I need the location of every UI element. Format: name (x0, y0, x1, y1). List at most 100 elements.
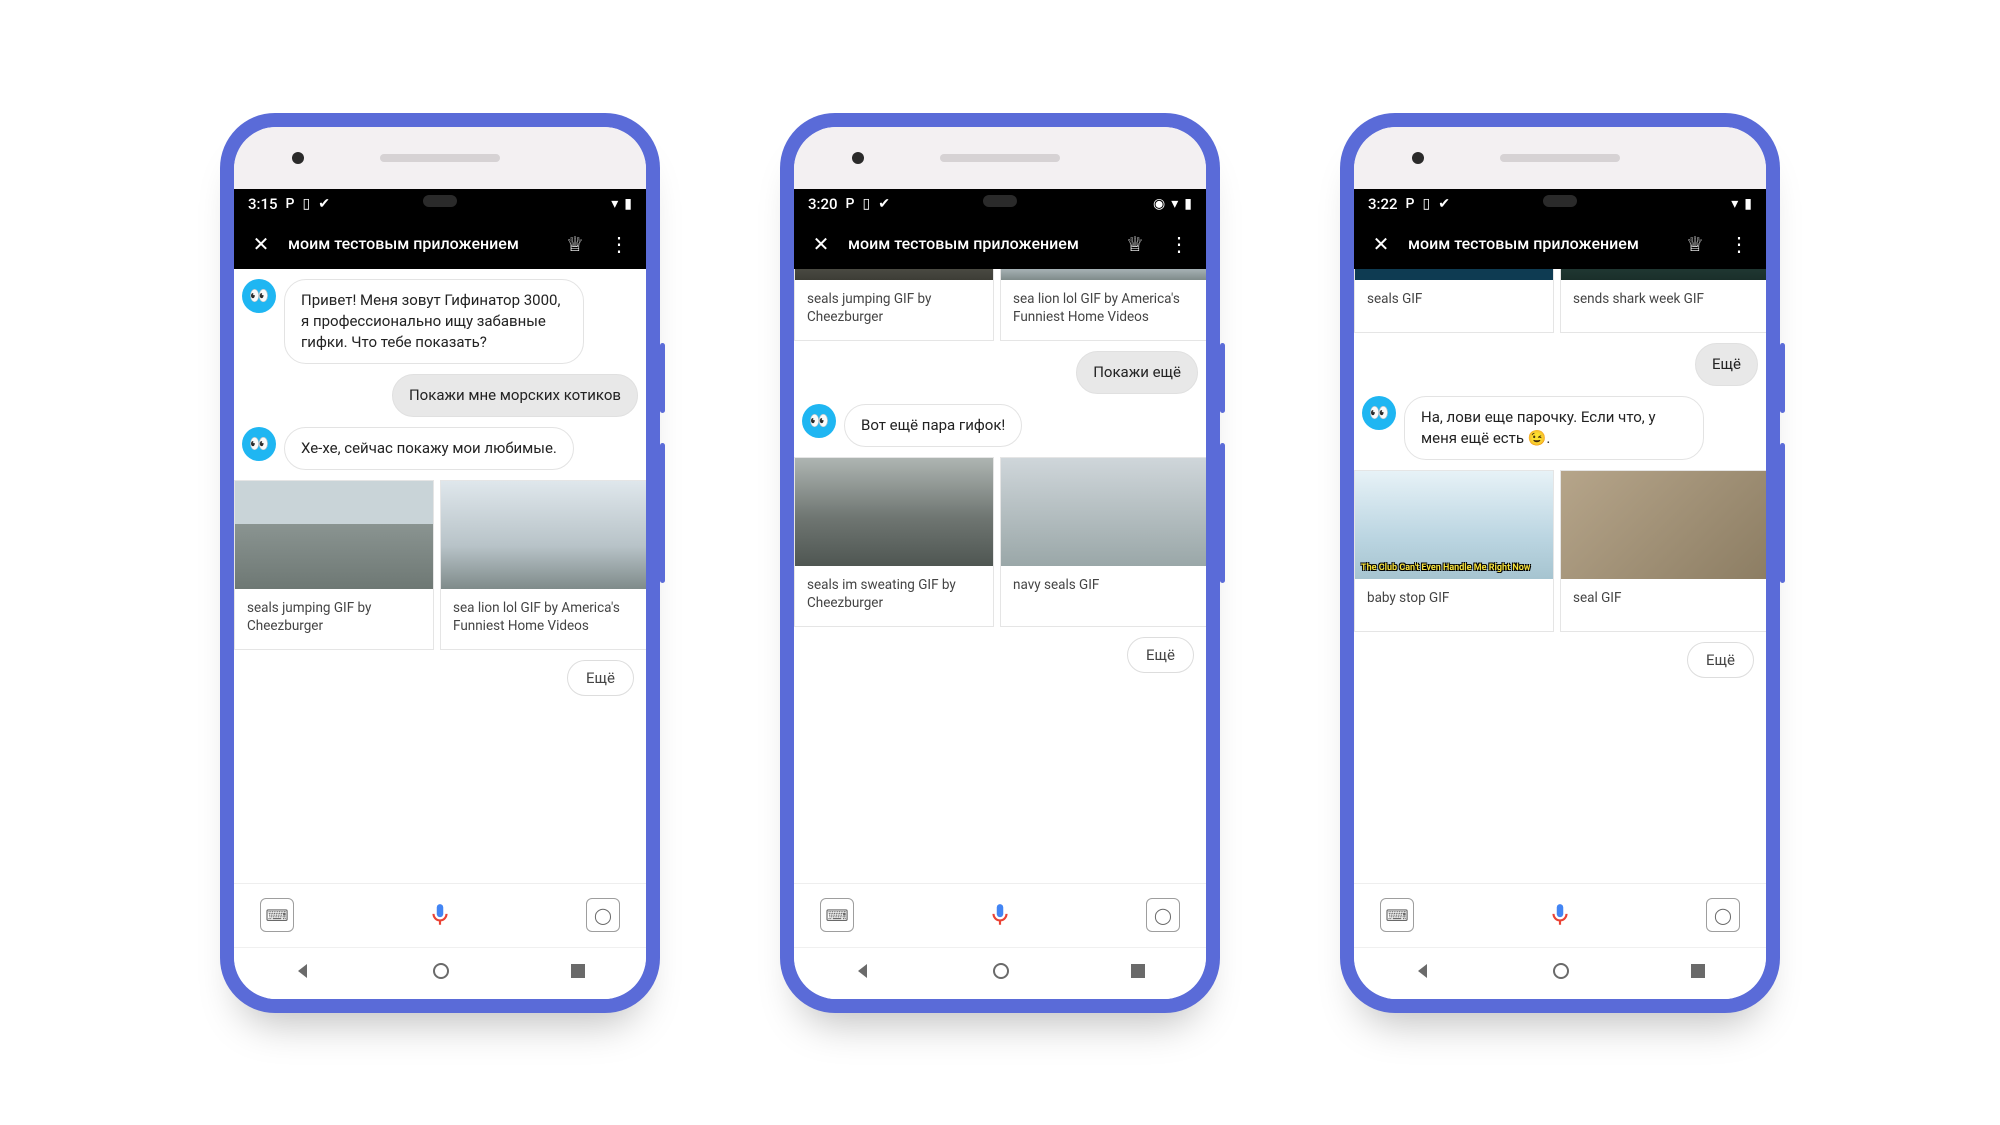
android-nav-bar (794, 947, 1206, 999)
user-message-row: Покажи ещё (802, 351, 1198, 394)
phone-mockup: 3:22 P ▯ ✔ ▾ ▮ ✕ моим тестовым приложени… (1340, 113, 1780, 1013)
close-icon[interactable]: ✕ (1364, 227, 1398, 261)
phone-mockup: 3:15 P ▯ ✔ ▾ ▮ ✕ моим тестовым приложени… (220, 113, 660, 1013)
bot-message-row: 👀 На, лови еще парочку. Если что, у меня… (1362, 396, 1758, 460)
gif-card[interactable]: seals im sweating GIF by Cheezburger (794, 457, 994, 627)
mic-icon (1547, 902, 1573, 928)
overflow-menu-icon[interactable]: ⋮ (1722, 227, 1756, 261)
status-time: 3:20 (808, 195, 838, 213)
wifi-icon: ▾ (1731, 196, 1738, 212)
mic-button[interactable] (1541, 896, 1579, 934)
suggestion-chip[interactable]: Ещё (1687, 642, 1754, 678)
home-icon[interactable] (991, 961, 1011, 985)
lens-icon[interactable]: ◯ (1706, 898, 1740, 932)
gif-caption: seal GIF (1561, 579, 1766, 631)
close-icon[interactable]: ✕ (244, 227, 278, 261)
gif-caption: seals jumping GIF by Cheezburger (795, 280, 993, 340)
keyboard-icon[interactable]: ⌨ (1380, 898, 1414, 932)
status-icon: ▯ (862, 196, 870, 212)
gif-caption: seals GIF (1355, 280, 1553, 332)
gif-thumbnail (795, 458, 993, 566)
suggestion-chip[interactable]: Ещё (567, 660, 634, 696)
app-title: моим тестовым приложением (288, 234, 548, 253)
gif-carousel[interactable]: seals jumping GIF by Cheezburger sea lio… (794, 269, 1206, 341)
battery-icon: ▮ (624, 196, 632, 212)
bot-message-bubble: Привет! Меня зовут Гифинатор 3000, я про… (284, 279, 584, 364)
bot-avatar-icon: 👀 (242, 279, 276, 313)
gif-card[interactable]: seals jumping GIF by Cheezburger (234, 480, 434, 650)
gif-card[interactable]: sea lion lol GIF by America's Funniest H… (1000, 269, 1206, 341)
gif-thumbnail (441, 481, 646, 589)
back-icon[interactable] (293, 961, 313, 985)
status-icon: ▯ (302, 196, 310, 212)
status-icon: P (846, 196, 855, 212)
gif-caption: seals jumping GIF by Cheezburger (235, 589, 433, 649)
recents-icon[interactable] (569, 962, 587, 984)
gif-thumbnail (1001, 458, 1206, 566)
recents-icon[interactable] (1689, 962, 1707, 984)
overflow-menu-icon[interactable]: ⋮ (1162, 227, 1196, 261)
battery-icon: ▮ (1744, 196, 1752, 212)
close-icon[interactable]: ✕ (804, 227, 838, 261)
back-icon[interactable] (1413, 961, 1433, 985)
suggestion-chip-row: Ещё (1362, 642, 1758, 678)
suggestion-chip[interactable]: Ещё (1127, 637, 1194, 673)
user-message-bubble: Покажи мне морских котиков (392, 374, 638, 417)
status-icon: P (1406, 196, 1415, 212)
gif-thumbnail (795, 269, 993, 280)
overflow-menu-icon[interactable]: ⋮ (602, 227, 636, 261)
back-icon[interactable] (853, 961, 873, 985)
gif-carousel[interactable]: baby stop GIF seal GIF (1354, 470, 1766, 632)
gif-card[interactable]: sea lion lol GIF by America's Funniest H… (440, 480, 646, 650)
assistant-icon[interactable]: ♕ (1118, 227, 1152, 261)
gif-caption: navy seals GIF (1001, 566, 1206, 618)
suggestion-chip-row: Ещё (802, 637, 1198, 673)
gif-carousel[interactable]: seals GIF sends shark week GIF (1354, 269, 1766, 333)
status-icon: P (286, 196, 295, 212)
lens-icon[interactable]: ◯ (586, 898, 620, 932)
keyboard-icon[interactable]: ⌨ (260, 898, 294, 932)
home-icon[interactable] (1551, 961, 1571, 985)
phone-mockup: 3:20 P ▯ ✔ ◉ ▾ ▮ ✕ моим тестовым приложе… (780, 113, 1220, 1013)
gif-thumbnail (1561, 269, 1766, 280)
suggestion-chip-row: Ещё (242, 660, 638, 696)
phone-top-bezel (794, 127, 1206, 189)
location-icon: ◉ (1153, 196, 1165, 212)
conversation-area: 👀 Привет! Меня зовут Гифинатор 3000, я п… (234, 269, 646, 883)
assistant-icon[interactable]: ♕ (558, 227, 592, 261)
gif-caption: sea lion lol GIF by America's Funniest H… (1001, 280, 1206, 340)
wifi-icon: ▾ (1171, 196, 1178, 212)
gif-card[interactable]: navy seals GIF (1000, 457, 1206, 627)
bot-message-row: 👀 Привет! Меня зовут Гифинатор 3000, я п… (242, 279, 638, 364)
mic-button[interactable] (421, 896, 459, 934)
gif-carousel[interactable]: seals jumping GIF by Cheezburger sea lio… (234, 480, 646, 650)
mic-icon (427, 902, 453, 928)
mic-icon (987, 902, 1013, 928)
assistant-icon[interactable]: ♕ (1678, 227, 1712, 261)
input-bar: ⌨ ◯ (1354, 883, 1766, 947)
gif-card[interactable]: seals jumping GIF by Cheezburger (794, 269, 994, 341)
user-message-row: Ещё (1362, 343, 1758, 386)
gif-caption: baby stop GIF (1355, 579, 1553, 631)
gif-carousel[interactable]: seals im sweating GIF by Cheezburger nav… (794, 457, 1206, 627)
lens-icon[interactable]: ◯ (1146, 898, 1180, 932)
recents-icon[interactable] (1129, 962, 1147, 984)
android-nav-bar (1354, 947, 1766, 999)
gif-card[interactable]: seal GIF (1560, 470, 1766, 632)
bot-message-row: 👀 Вот ещё пара гифок! (802, 404, 1198, 447)
mic-button[interactable] (981, 896, 1019, 934)
gif-card[interactable]: seals GIF (1354, 269, 1554, 333)
gif-caption: sea lion lol GIF by America's Funniest H… (441, 589, 646, 649)
gif-card[interactable]: baby stop GIF (1354, 470, 1554, 632)
app-bar: ✕ моим тестовым приложением ♕ ⋮ (1354, 219, 1766, 269)
gif-thumbnail (1561, 471, 1766, 579)
input-bar: ⌨ ◯ (794, 883, 1206, 947)
home-icon[interactable] (431, 961, 451, 985)
user-message-row: Покажи мне морских котиков (242, 374, 638, 417)
gif-thumbnail (1355, 269, 1553, 280)
app-title: моим тестовым приложением (848, 234, 1108, 253)
input-bar: ⌨ ◯ (234, 883, 646, 947)
user-message-bubble: Покажи ещё (1076, 351, 1198, 394)
keyboard-icon[interactable]: ⌨ (820, 898, 854, 932)
gif-card[interactable]: sends shark week GIF (1560, 269, 1766, 333)
